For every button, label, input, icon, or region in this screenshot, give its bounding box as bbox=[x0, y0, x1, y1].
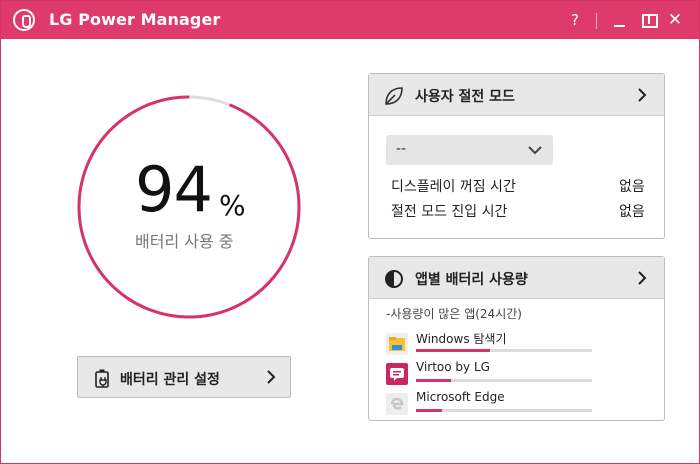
usage-bar-track bbox=[416, 349, 592, 352]
app-usage-panel: 앱별 배터리 사용량 -사용량이 많은 앱(24시간) Windows 탐색기 bbox=[368, 256, 665, 421]
usage-bar-fill bbox=[416, 349, 490, 352]
virtoo-icon bbox=[386, 363, 408, 385]
app-logo-icon bbox=[13, 9, 35, 31]
app-window: LG Power Manager ? ✕ 94 % 배터리 사용 중 배터리 관… bbox=[0, 0, 700, 464]
battery-percent-sign: % bbox=[219, 189, 246, 222]
list-item: Windows 탐색기 bbox=[386, 330, 596, 355]
title-bar[interactable]: LG Power Manager ? ✕ bbox=[1, 1, 699, 39]
leaf-icon bbox=[385, 87, 403, 105]
close-icon[interactable]: ✕ bbox=[661, 7, 689, 33]
app-usage-caption: -사용량이 많은 앱(24시간) bbox=[386, 307, 522, 321]
battery-percent-value: 94 bbox=[135, 153, 213, 226]
minimize-icon[interactable] bbox=[605, 7, 633, 33]
chevron-right-icon[interactable] bbox=[635, 88, 649, 102]
app-name: Virtoo by LG bbox=[416, 360, 490, 374]
power-mode-select[interactable]: -- bbox=[386, 135, 553, 165]
edge-icon bbox=[386, 393, 408, 415]
display-off-value: 없음 bbox=[619, 179, 645, 195]
battery-plug-icon bbox=[95, 369, 109, 388]
power-saving-header[interactable]: 사용자 절전 모드 bbox=[369, 74, 664, 116]
usage-bar-fill bbox=[416, 379, 452, 382]
chevron-down-icon bbox=[528, 146, 542, 155]
chevron-right-icon[interactable] bbox=[635, 271, 649, 285]
battery-settings-label: 배터리 관리 설정 bbox=[120, 372, 220, 388]
chevron-right-icon bbox=[267, 370, 276, 384]
usage-bar-track bbox=[416, 409, 592, 412]
help-icon[interactable]: ? bbox=[561, 7, 589, 33]
battery-settings-button[interactable]: 배터리 관리 설정 bbox=[77, 356, 291, 398]
app-name: Windows 탐색기 bbox=[416, 332, 507, 346]
app-usage-title: 앱별 배터리 사용량 bbox=[415, 272, 528, 288]
restore-icon[interactable] bbox=[633, 7, 661, 33]
titlebar-divider bbox=[596, 13, 597, 29]
display-off-label: 디스플레이 꺼짐 시간 bbox=[391, 179, 516, 195]
usage-bar-fill bbox=[416, 409, 443, 412]
power-saving-title: 사용자 절전 모드 bbox=[415, 89, 515, 105]
half-circle-icon bbox=[385, 270, 403, 288]
list-item: Microsoft Edge bbox=[386, 390, 596, 415]
file-explorer-icon bbox=[386, 333, 408, 355]
app-usage-header[interactable]: 앱별 배터리 사용량 bbox=[369, 257, 664, 299]
sleep-time-value: 없음 bbox=[619, 204, 645, 220]
power-mode-select-value: -- bbox=[396, 141, 407, 157]
app-title: LG Power Manager bbox=[49, 10, 221, 29]
battery-status-label: 배터리 사용 중 bbox=[135, 232, 234, 251]
list-item: Virtoo by LG bbox=[386, 360, 596, 385]
power-saving-panel: 사용자 절전 모드 -- 디스플레이 꺼짐 시간 없음 절전 모드 진입 시간 … bbox=[368, 73, 665, 239]
usage-bar-track bbox=[416, 379, 592, 382]
app-name: Microsoft Edge bbox=[416, 390, 505, 404]
sleep-time-label: 절전 모드 진입 시간 bbox=[391, 204, 508, 220]
